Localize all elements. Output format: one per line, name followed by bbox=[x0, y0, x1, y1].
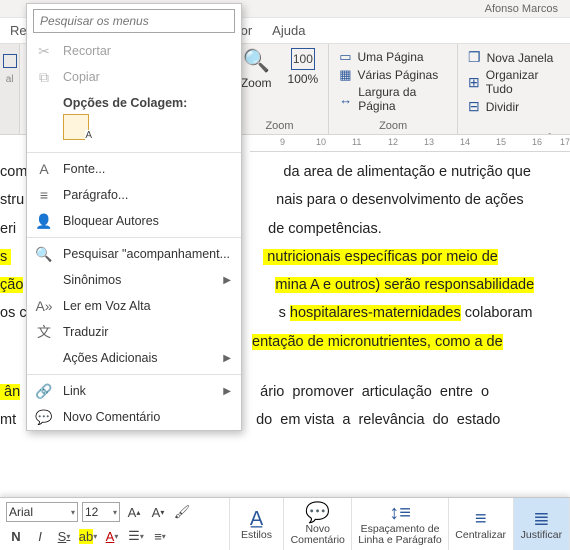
bold-button[interactable]: N bbox=[6, 526, 26, 546]
left-strip: al bbox=[0, 44, 20, 134]
new-comment-item[interactable]: 💬 Novo Comentário bbox=[27, 404, 241, 430]
one-page-button[interactable]: ▭Uma Página bbox=[339, 48, 447, 66]
cut-icon: ✂ bbox=[35, 43, 53, 60]
doc-icon[interactable] bbox=[3, 54, 17, 68]
block-icon: 👤 bbox=[35, 213, 53, 230]
smart-lookup-item[interactable]: 🔍 Pesquisar "acompanhament... bbox=[27, 241, 241, 267]
tab-help[interactable]: Ajuda bbox=[272, 23, 305, 38]
link-icon: 🔗 bbox=[35, 383, 53, 400]
arrange-icon: ⊞ bbox=[468, 74, 480, 91]
translate-icon: 文 bbox=[35, 322, 53, 342]
page-group-label: Zoom bbox=[339, 120, 447, 134]
user-name: Afonso Marcos bbox=[485, 3, 558, 15]
arrange-all-button[interactable]: ⊞Organizar Tudo bbox=[468, 67, 560, 97]
split-button[interactable]: ⊟Dividir bbox=[468, 97, 560, 116]
link-item[interactable]: 🔗 Link ▶ bbox=[27, 378, 241, 404]
spacing-icon: ↕≡ bbox=[389, 502, 411, 524]
copy-item: ⧉ Copiar bbox=[27, 64, 241, 90]
chevron-right-icon: ▶ bbox=[223, 275, 231, 286]
read-aloud-icon: A» bbox=[35, 298, 53, 314]
context-menu: ✂ Recortar ⧉ Copiar Opções de Colagem: A… bbox=[26, 3, 242, 431]
page-group: ▭Uma Página ▦Várias Páginas ↔Largura da … bbox=[329, 44, 458, 134]
zoom-group: 🔍 Zoom 100 100% Zoom bbox=[231, 44, 329, 134]
read-aloud-item[interactable]: A» Ler em Voz Alta bbox=[27, 293, 241, 319]
left-strip-label: al bbox=[6, 74, 14, 85]
center-icon: ≡ bbox=[475, 508, 487, 530]
page-width-button[interactable]: ↔Largura da Página bbox=[339, 84, 447, 114]
mini-format-block: Arial▾ 12▾ A▴ A▾ 🖌 N I S ▾ ab▾ A▾ ☰▾ ≡▾ bbox=[0, 498, 230, 550]
chevron-right-icon: ▶ bbox=[223, 353, 231, 364]
menu-search[interactable] bbox=[33, 9, 235, 33]
justify-button[interactable]: ≣ Justificar bbox=[514, 498, 570, 550]
menu-search-input[interactable] bbox=[33, 9, 235, 33]
paragraph-item[interactable]: ≡ Parágrafo... bbox=[27, 182, 241, 208]
one-page-icon: ▭ bbox=[339, 49, 351, 65]
size-selector[interactable]: 12▾ bbox=[82, 502, 120, 522]
bullets-button[interactable]: ☰▾ bbox=[126, 526, 146, 546]
chevron-right-icon: ▶ bbox=[223, 386, 231, 397]
split-icon: ⊟ bbox=[468, 98, 480, 115]
percent-icon: 100 bbox=[291, 48, 315, 70]
justify-icon: ≣ bbox=[533, 508, 550, 530]
format-painter-button[interactable]: 🖌 bbox=[172, 502, 192, 522]
cut-item: ✂ Recortar bbox=[27, 38, 241, 64]
shrink-font-button[interactable]: A▾ bbox=[148, 502, 168, 522]
paragraph-icon: ≡ bbox=[35, 187, 53, 203]
zoom-icon: 🔍 bbox=[242, 48, 269, 74]
comment-icon: 💬 bbox=[35, 409, 53, 426]
new-comment-button[interactable]: 💬 Novo Comentário bbox=[284, 498, 352, 550]
font-icon: A bbox=[35, 161, 53, 177]
paste-icon bbox=[63, 114, 89, 140]
font-color-button[interactable]: A▾ bbox=[102, 526, 122, 546]
styles-button[interactable]: A̲ Estilos bbox=[230, 498, 284, 550]
zoom-group-label: Zoom bbox=[241, 120, 318, 134]
styles-icon: A̲ bbox=[250, 508, 263, 530]
underline-button[interactable]: S ▾ bbox=[54, 526, 74, 546]
additional-actions-item[interactable]: Ações Adicionais ▶ bbox=[27, 345, 241, 371]
multi-page-icon: ▦ bbox=[339, 67, 351, 83]
window-group: ❒Nova Janela ⊞Organizar Tudo ⊟Dividir Ja… bbox=[458, 44, 570, 134]
zoom-button[interactable]: 🔍 Zoom bbox=[241, 48, 272, 90]
font-selector[interactable]: Arial▾ bbox=[6, 502, 78, 522]
new-window-icon: ❒ bbox=[468, 49, 481, 66]
italic-button[interactable]: I bbox=[30, 526, 50, 546]
numbering-button[interactable]: ≡▾ bbox=[150, 526, 170, 546]
paste-options-header: Opções de Colagem: bbox=[27, 90, 241, 112]
font-item[interactable]: A Fonte... bbox=[27, 156, 241, 182]
grow-font-button[interactable]: A▴ bbox=[124, 502, 144, 522]
copy-icon: ⧉ bbox=[35, 69, 53, 86]
paste-text-only-button[interactable] bbox=[27, 112, 241, 149]
multi-page-button[interactable]: ▦Várias Páginas bbox=[339, 66, 447, 84]
comment-icon: 💬 bbox=[305, 502, 330, 524]
block-authors-item[interactable]: 👤 Bloquear Autores bbox=[27, 208, 241, 234]
search-icon: 🔍 bbox=[35, 246, 53, 263]
page-width-icon: ↔ bbox=[339, 92, 352, 107]
line-spacing-button[interactable]: ↕≡ Espaçamento de Linha e Parágrafo bbox=[352, 498, 448, 550]
center-button[interactable]: ≡ Centralizar bbox=[449, 498, 514, 550]
translate-item[interactable]: 文 Traduzir bbox=[27, 319, 241, 345]
mini-toolbar: Arial▾ 12▾ A▴ A▾ 🖌 N I S ▾ ab▾ A▾ ☰▾ ≡▾ … bbox=[0, 497, 570, 550]
new-window-button[interactable]: ❒Nova Janela bbox=[468, 48, 560, 67]
zoom-100-button[interactable]: 100 100% bbox=[288, 48, 319, 90]
highlight-button[interactable]: ab▾ bbox=[78, 526, 98, 546]
synonyms-item[interactable]: Sinônimos ▶ bbox=[27, 267, 241, 293]
